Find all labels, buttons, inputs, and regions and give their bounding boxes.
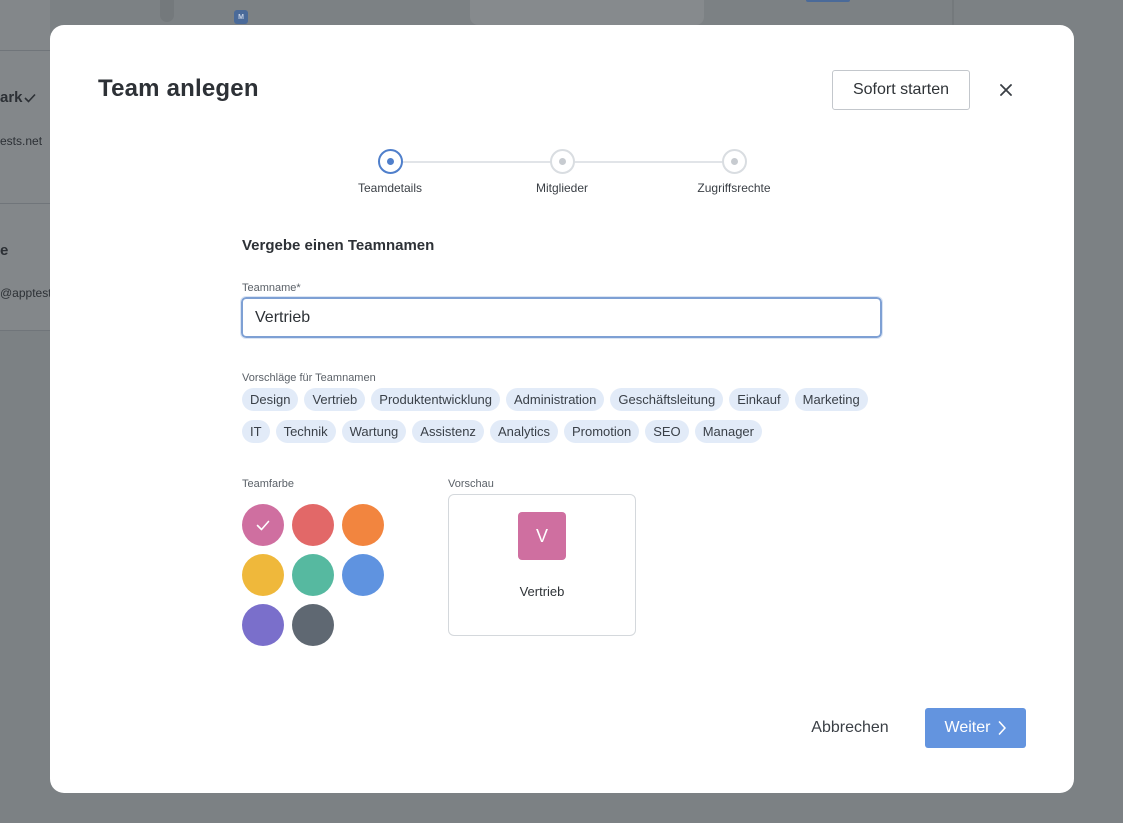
color-swatch[interactable] (342, 504, 384, 546)
check-icon (256, 520, 270, 530)
suggestion-chip[interactable]: Design (242, 388, 299, 411)
step-zugriffsrechte[interactable]: Zugriffsrechte (674, 149, 794, 195)
check-icon (24, 93, 36, 103)
color-swatch[interactable] (292, 604, 334, 646)
background-divider (0, 330, 50, 331)
cancel-button[interactable]: Abbrechen (802, 708, 898, 748)
stepper: Teamdetails Mitglieder Zugriffsrechte (350, 149, 790, 199)
background-text: e (0, 242, 9, 259)
color-swatch[interactable] (292, 504, 334, 546)
suggestion-chip[interactable]: Administration (506, 388, 605, 411)
next-button-label: Weiter (944, 719, 991, 736)
team-avatar: V (518, 512, 566, 560)
close-button[interactable] (994, 78, 1018, 102)
team-name-input[interactable] (240, 296, 883, 339)
step-label: Zugriffsrechte (697, 181, 771, 195)
color-swatch[interactable] (342, 554, 384, 596)
suggestion-chip[interactable]: Vertrieb (304, 388, 366, 411)
preview-team-name: Vertrieb (519, 584, 565, 599)
suggestion-chip[interactable]: Technik (275, 420, 336, 443)
color-swatch[interactable] (242, 554, 284, 596)
suggestion-chip[interactable]: Marketing (794, 388, 868, 411)
step-mitglieder[interactable]: Mitglieder (502, 149, 622, 195)
background-card-edge (952, 0, 954, 25)
suggestion-chips: Design Vertrieb Produktentwicklung Administ… (242, 388, 882, 443)
background-text: ests.net (0, 134, 43, 148)
background-avatar: M (234, 10, 248, 24)
step-indicator (549, 149, 575, 174)
suggestion-chip[interactable]: Produktentwicklung (371, 388, 501, 411)
create-team-dialog: Team anlegen Sofort starten Teamdetails … (50, 25, 1074, 793)
suggestion-chip[interactable]: Geschäftsleitung (610, 388, 724, 411)
team-color-label: Teamfarbe (242, 478, 294, 490)
suggestion-chip[interactable]: Einkauf (729, 388, 789, 411)
step-label: Mitglieder (535, 181, 589, 195)
background-divider (0, 203, 50, 204)
start-now-button[interactable]: Sofort starten (832, 70, 970, 110)
color-swatch[interactable] (242, 604, 284, 646)
suggestion-chip[interactable]: SEO (645, 420, 689, 443)
chevron-right-icon (999, 721, 1007, 735)
step-indicator (377, 149, 403, 174)
suggestion-chip[interactable]: IT (242, 420, 270, 443)
preview-card: V Vertrieb (448, 494, 636, 636)
step-label: Teamdetails (357, 181, 423, 195)
step-indicator (721, 149, 747, 174)
suggestion-chip[interactable]: Promotion (563, 420, 640, 443)
suggestions-label: Vorschläge für Teamnamen (242, 372, 376, 384)
next-button[interactable]: Weiter (925, 708, 1026, 748)
color-swatch[interactable] (292, 554, 334, 596)
suggestion-chip[interactable]: Assistenz (412, 420, 484, 443)
team-name-label: Teamname* (242, 282, 301, 294)
background-card-edge (160, 0, 174, 22)
suggestion-chip[interactable]: Wartung (341, 420, 407, 443)
background-text: @apptest (0, 286, 52, 300)
section-title: Vergebe einen Teamnamen (242, 237, 435, 254)
background-text: ark (0, 89, 23, 106)
background-card (470, 0, 704, 25)
suggestion-chip[interactable]: Manager (694, 420, 762, 443)
background-divider (0, 50, 50, 51)
preview-label: Vorschau (448, 478, 494, 490)
dialog-title: Team anlegen (98, 75, 259, 102)
suggestion-chip[interactable]: Analytics (489, 420, 558, 443)
step-teamdetails[interactable]: Teamdetails (330, 149, 450, 195)
background-button-edge (806, 0, 850, 2)
close-icon (1000, 84, 1012, 96)
color-swatch[interactable] (242, 504, 284, 546)
